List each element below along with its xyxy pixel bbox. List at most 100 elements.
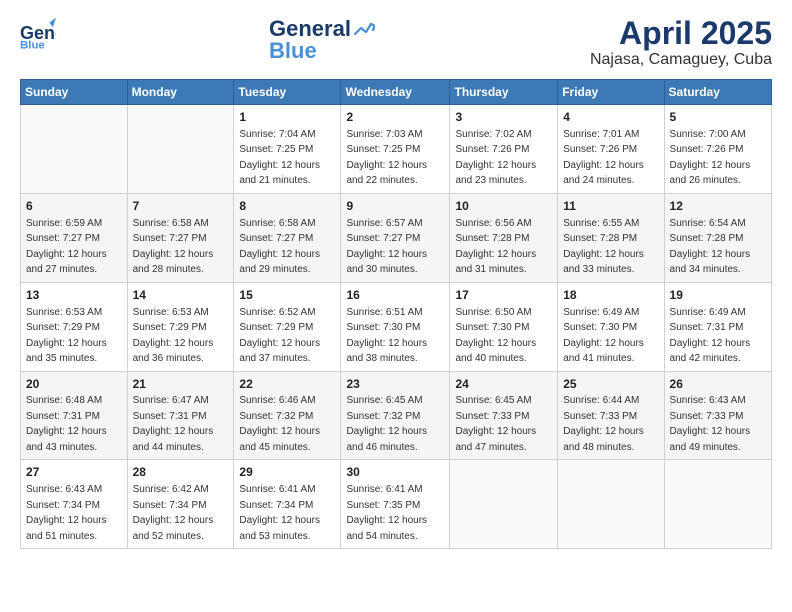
title-block: April 2025 Najasa, Camaguey, Cuba [590, 16, 772, 69]
cell-info: Sunrise: 6:56 AMSunset: 7:28 PMDaylight:… [455, 218, 536, 276]
cell-info: Sunrise: 6:49 AMSunset: 7:31 PMDaylight:… [670, 307, 751, 365]
cell-info: Sunrise: 7:02 AMSunset: 7:26 PMDaylight:… [455, 129, 536, 187]
table-cell: 7 Sunrise: 6:58 AMSunset: 7:27 PMDaylight… [127, 193, 234, 282]
cell-info: Sunrise: 6:50 AMSunset: 7:30 PMDaylight:… [455, 307, 536, 365]
table-row: 1 Sunrise: 7:04 AMSunset: 7:25 PMDaylight… [21, 105, 772, 194]
col-tuesday: Tuesday [234, 80, 341, 105]
day-number: 21 [133, 376, 229, 393]
cell-info: Sunrise: 7:03 AMSunset: 7:25 PMDaylight:… [346, 129, 427, 187]
table-cell: 22Sunrise: 6:46 AMSunset: 7:32 PMDayligh… [234, 371, 341, 460]
day-number: 2 [346, 109, 444, 126]
day-number: 27 [26, 464, 122, 481]
table-cell: 27 Sunrise: 6:43 AMSunset: 7:34 PMDayligh… [21, 460, 128, 549]
cell-info: Sunrise: 6:43 AMSunset: 7:33 PMDaylight:… [670, 395, 751, 453]
table-cell [127, 105, 234, 194]
table-cell: 16 Sunrise: 6:51 AMSunset: 7:30 PMDayligh… [341, 282, 450, 371]
col-wednesday: Wednesday [341, 80, 450, 105]
table-cell: 14 Sunrise: 6:53 AMSunset: 7:29 PMDayligh… [127, 282, 234, 371]
header-row: Sunday Monday Tuesday Wednesday Thursday… [21, 80, 772, 105]
table-row: 20 Sunrise: 6:48 AMSunset: 7:31 PMDayligh… [21, 371, 772, 460]
day-number: 18 [563, 287, 658, 304]
svg-text:Blue: Blue [20, 40, 45, 52]
day-number: 4 [563, 109, 658, 126]
table-cell: 26Sunrise: 6:43 AMSunset: 7:33 PMDayligh… [664, 371, 771, 460]
day-number: 3 [455, 109, 552, 126]
table-cell [664, 460, 771, 549]
table-row: 27 Sunrise: 6:43 AMSunset: 7:34 PMDayligh… [21, 460, 772, 549]
table-cell: 8 Sunrise: 6:58 AMSunset: 7:27 PMDaylight… [234, 193, 341, 282]
day-number: 28 [133, 464, 229, 481]
cell-info: Sunrise: 6:45 AMSunset: 7:33 PMDaylight:… [455, 395, 536, 453]
col-monday: Monday [127, 80, 234, 105]
day-number: 8 [239, 198, 335, 215]
calendar-page: General Blue General Blue April 2025 Naj… [0, 0, 792, 612]
table-row: 6 Sunrise: 6:59 AMSunset: 7:27 PMDaylight… [21, 193, 772, 282]
cell-info: Sunrise: 6:49 AMSunset: 7:30 PMDaylight:… [563, 307, 644, 365]
cell-info: Sunrise: 6:45 AMSunset: 7:32 PMDaylight:… [346, 395, 427, 453]
cell-info: Sunrise: 6:46 AMSunset: 7:32 PMDaylight:… [239, 395, 320, 453]
table-cell: 18 Sunrise: 6:49 AMSunset: 7:30 PMDayligh… [558, 282, 664, 371]
day-number: 17 [455, 287, 552, 304]
logo-text-block: General Blue [269, 16, 381, 64]
table-cell: 9Sunrise: 6:57 AMSunset: 7:27 PMDaylight… [341, 193, 450, 282]
table-cell: 19 Sunrise: 6:49 AMSunset: 7:31 PMDayligh… [664, 282, 771, 371]
logo: General Blue [20, 16, 60, 52]
month-title: April 2025 [590, 16, 772, 51]
table-cell: 6 Sunrise: 6:59 AMSunset: 7:27 PMDaylight… [21, 193, 128, 282]
cell-info: Sunrise: 6:58 AMSunset: 7:27 PMDaylight:… [239, 218, 320, 276]
day-number: 30 [346, 464, 444, 481]
cell-info: Sunrise: 6:55 AMSunset: 7:28 PMDaylight:… [563, 218, 644, 276]
day-number: 13 [26, 287, 122, 304]
table-cell: 2 Sunrise: 7:03 AMSunset: 7:25 PMDaylight… [341, 105, 450, 194]
calendar-table: Sunday Monday Tuesday Wednesday Thursday… [20, 79, 772, 549]
table-cell: 20 Sunrise: 6:48 AMSunset: 7:31 PMDayligh… [21, 371, 128, 460]
cell-info: Sunrise: 6:44 AMSunset: 7:33 PMDaylight:… [563, 395, 644, 453]
table-cell: 17 Sunrise: 6:50 AMSunset: 7:30 PMDayligh… [450, 282, 558, 371]
cell-info: Sunrise: 6:41 AMSunset: 7:34 PMDaylight:… [239, 484, 320, 542]
cell-info: Sunrise: 6:51 AMSunset: 7:30 PMDaylight:… [346, 307, 427, 365]
cell-info: Sunrise: 6:48 AMSunset: 7:31 PMDaylight:… [26, 395, 107, 453]
day-number: 15 [239, 287, 335, 304]
col-friday: Friday [558, 80, 664, 105]
cell-info: Sunrise: 7:00 AMSunset: 7:26 PMDaylight:… [670, 129, 751, 187]
day-number: 16 [346, 287, 444, 304]
table-cell: 15 Sunrise: 6:52 AMSunset: 7:29 PMDayligh… [234, 282, 341, 371]
day-number: 11 [563, 198, 658, 215]
cell-info: Sunrise: 6:58 AMSunset: 7:27 PMDaylight:… [133, 218, 214, 276]
cell-info: Sunrise: 6:59 AMSunset: 7:27 PMDaylight:… [26, 218, 107, 276]
cell-info: Sunrise: 6:47 AMSunset: 7:31 PMDaylight:… [133, 395, 214, 453]
day-number: 1 [239, 109, 335, 126]
day-number: 20 [26, 376, 122, 393]
table-cell [558, 460, 664, 549]
cell-info: Sunrise: 6:53 AMSunset: 7:29 PMDaylight:… [26, 307, 107, 365]
table-cell: 28Sunrise: 6:42 AMSunset: 7:34 PMDayligh… [127, 460, 234, 549]
day-number: 7 [133, 198, 229, 215]
day-number: 14 [133, 287, 229, 304]
day-number: 6 [26, 198, 122, 215]
table-cell: 10Sunrise: 6:56 AMSunset: 7:28 PMDayligh… [450, 193, 558, 282]
day-number: 23 [346, 376, 444, 393]
day-number: 25 [563, 376, 658, 393]
table-cell: 1 Sunrise: 7:04 AMSunset: 7:25 PMDaylight… [234, 105, 341, 194]
table-cell: 12Sunrise: 6:54 AMSunset: 7:28 PMDayligh… [664, 193, 771, 282]
col-sunday: Sunday [21, 80, 128, 105]
col-thursday: Thursday [450, 80, 558, 105]
table-cell: 13 Sunrise: 6:53 AMSunset: 7:29 PMDayligh… [21, 282, 128, 371]
day-number: 24 [455, 376, 552, 393]
day-number: 19 [670, 287, 766, 304]
logo-icon: General Blue [20, 16, 56, 52]
table-cell: 4Sunrise: 7:01 AMSunset: 7:26 PMDaylight… [558, 105, 664, 194]
cell-info: Sunrise: 6:43 AMSunset: 7:34 PMDaylight:… [26, 484, 107, 542]
day-number: 12 [670, 198, 766, 215]
location-title: Najasa, Camaguey, Cuba [590, 51, 772, 69]
cell-info: Sunrise: 7:04 AMSunset: 7:25 PMDaylight:… [239, 129, 320, 187]
logo-bird-icon [353, 20, 375, 40]
cell-info: Sunrise: 6:53 AMSunset: 7:29 PMDaylight:… [133, 307, 214, 365]
table-cell: 23 Sunrise: 6:45 AMSunset: 7:32 PMDayligh… [341, 371, 450, 460]
table-cell: 25 Sunrise: 6:44 AMSunset: 7:33 PMDayligh… [558, 371, 664, 460]
table-cell: 29 Sunrise: 6:41 AMSunset: 7:34 PMDayligh… [234, 460, 341, 549]
cell-info: Sunrise: 6:52 AMSunset: 7:29 PMDaylight:… [239, 307, 320, 365]
day-number: 9 [346, 198, 444, 215]
day-number: 29 [239, 464, 335, 481]
table-cell [450, 460, 558, 549]
